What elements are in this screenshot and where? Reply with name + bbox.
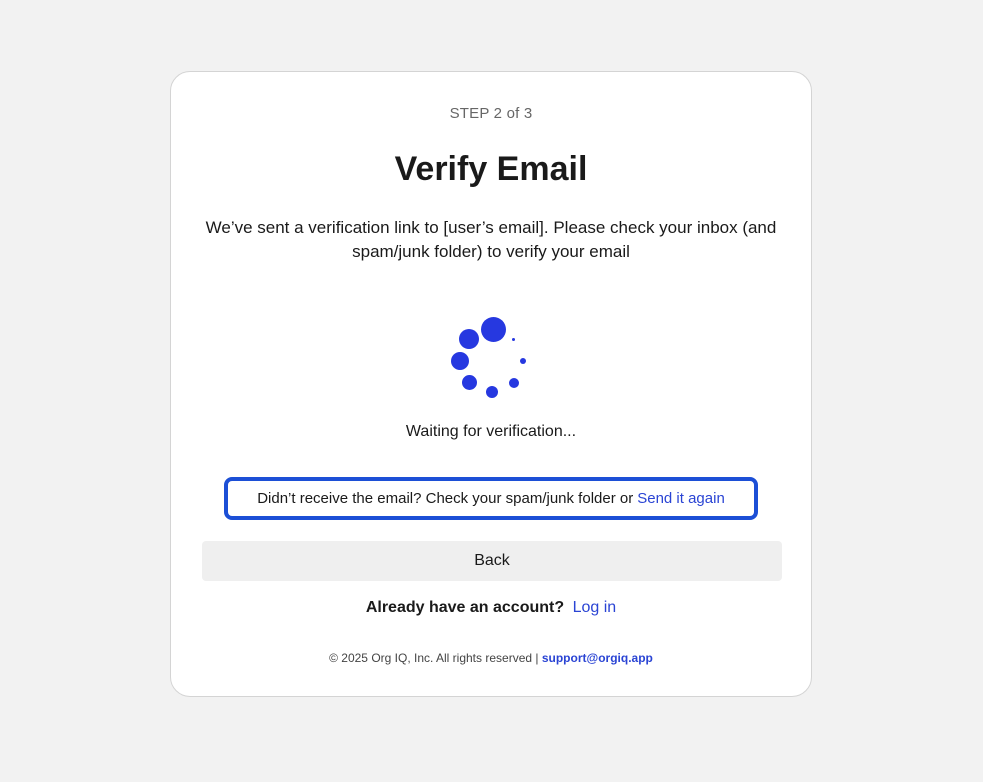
spinner-dot bbox=[512, 338, 515, 341]
login-link[interactable]: Log in bbox=[573, 599, 617, 616]
spinner-dot bbox=[509, 378, 519, 388]
resend-email-panel: Didn’t receive the email? Check your spa… bbox=[224, 477, 758, 520]
spinner-dot bbox=[520, 358, 526, 364]
spinner-dot bbox=[486, 386, 498, 398]
footer: © 2025 Org IQ, Inc. All rights reserved … bbox=[171, 651, 811, 665]
resend-prompt: Didn’t receive the email? Check your spa… bbox=[257, 490, 634, 507]
support-email-link[interactable]: support@orgiq.app bbox=[542, 651, 653, 665]
step-indicator: STEP 2 of 3 bbox=[449, 105, 533, 122]
waiting-status: Waiting for verification... bbox=[405, 423, 577, 440]
loading-spinner-icon bbox=[447, 312, 537, 402]
page-title: Verify Email bbox=[394, 150, 588, 188]
verification-description: We’ve sent a verification link to [user’… bbox=[205, 218, 777, 261]
spinner-dot bbox=[451, 352, 469, 370]
spinner-dot bbox=[459, 329, 479, 349]
verify-email-card: STEP 2 of 3 Verify Email We’ve sent a ve… bbox=[170, 71, 812, 697]
copyright-text: © 2025 Org IQ, Inc. All rights reserved … bbox=[329, 651, 539, 665]
account-prompt: Already have an account? Log in bbox=[171, 599, 811, 617]
spinner-dot bbox=[462, 375, 477, 390]
send-again-link[interactable]: Send it again bbox=[637, 490, 725, 507]
back-button[interactable]: Back bbox=[202, 541, 782, 581]
spinner-dot bbox=[481, 317, 506, 342]
account-prompt-text: Already have an account? bbox=[365, 599, 565, 616]
